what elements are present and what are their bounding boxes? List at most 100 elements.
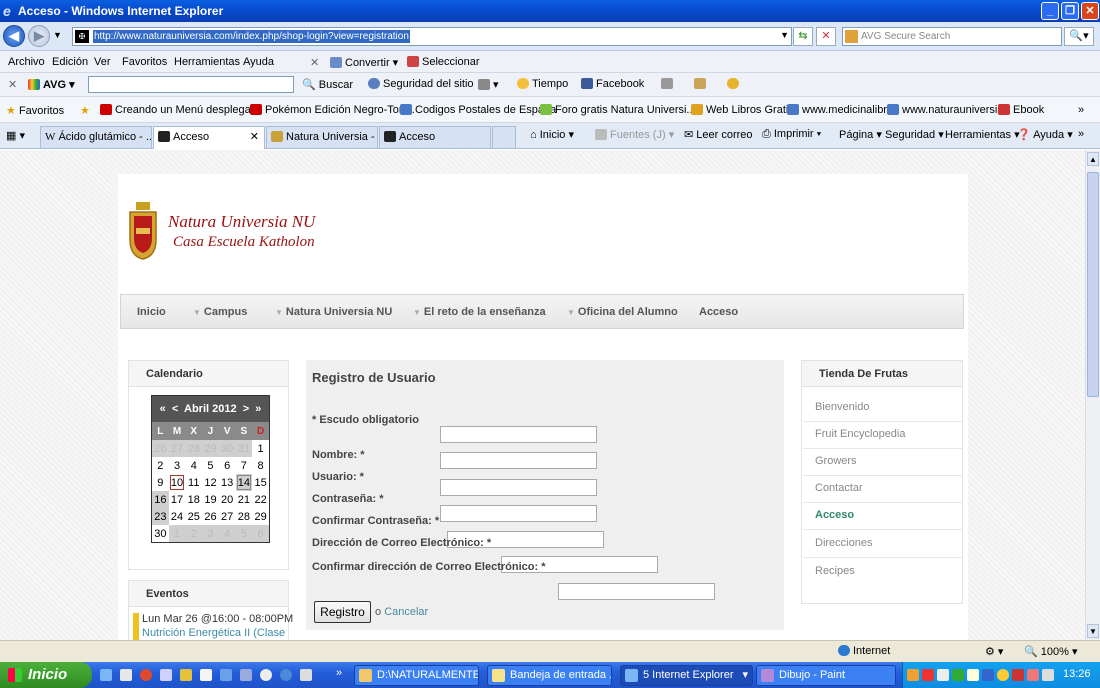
tray-icon[interactable] (1012, 669, 1024, 681)
refresh-button[interactable]: ⇆ (793, 27, 813, 46)
calendar-day[interactable]: 15 (252, 474, 269, 491)
zoom-control[interactable]: 🔍 100% ▾ (1024, 645, 1077, 658)
shop-menu-item[interactable]: Contactar (815, 482, 863, 494)
calendar-day[interactable]: 5 (235, 525, 253, 542)
avg-search-button[interactable]: 🔍 Buscar (302, 78, 353, 91)
menu-herramientas[interactable]: Herramientas (174, 56, 240, 68)
calendar-day[interactable]: 1 (252, 440, 269, 457)
maximize-button[interactable]: ❐ (1061, 2, 1079, 20)
calendar-day[interactable]: 2 (185, 525, 203, 542)
calendar-day[interactable]: 30 (218, 440, 236, 457)
notepad-icon[interactable] (694, 78, 709, 90)
page-menu-button[interactable]: Página ▾ (839, 128, 882, 141)
safety-menu-button[interactable]: Seguridad ▾ (885, 128, 944, 141)
quicklaunch-app-icon[interactable] (220, 669, 232, 681)
scroll-down-icon[interactable]: ▼ (1087, 624, 1099, 638)
calendar-day[interactable]: 13 (218, 474, 236, 491)
password-input[interactable] (440, 505, 597, 522)
favorites-button[interactable]: ★ Favoritos (6, 104, 64, 117)
quicklaunch-opera-icon[interactable] (140, 669, 152, 681)
shop-menu-item[interactable]: Recipes (815, 565, 855, 577)
tray-icon[interactable] (982, 669, 994, 681)
tray-icon[interactable] (967, 669, 979, 681)
search-input[interactable]: AVG Secure Search (842, 27, 1062, 46)
home-button[interactable]: ⌂ Inicio ▾ (530, 128, 574, 141)
taskbar-item[interactable]: Dibujo - Paint (756, 665, 896, 686)
menu-ayuda[interactable]: Ayuda (243, 56, 274, 68)
tray-icon[interactable] (937, 669, 949, 681)
new-tab-button[interactable] (492, 126, 516, 148)
shop-menu-item[interactable]: Growers (815, 455, 857, 467)
nav-oficina[interactable]: ▼ Oficina del Alumno (567, 306, 678, 318)
calendar-day[interactable]: 29 (202, 440, 219, 457)
nav-reto[interactable]: ▼ El reto de la enseñanza (413, 306, 546, 318)
calendar-day[interactable]: 28 (235, 508, 253, 525)
calendar-day[interactable]: 19 (202, 491, 219, 508)
nav-inicio[interactable]: Inicio (137, 306, 166, 318)
calendar-day[interactable]: 27 (168, 440, 186, 457)
convert-button[interactable]: Convertir ▾ (330, 56, 398, 69)
calendar-day[interactable]: 28 (185, 440, 203, 457)
close-avg-icon[interactable]: ✕ (8, 78, 17, 91)
address-bar[interactable]: ✠ http://www.naturauniversia.com/index.p… (72, 27, 792, 46)
next-month-button[interactable]: > (243, 403, 249, 415)
fav-item[interactable]: Foro gratis Natura Universi... (540, 104, 696, 116)
help-menu-button[interactable]: ❓ Ayuda ▾ (1017, 128, 1073, 141)
nav-acceso[interactable]: Acceso (699, 306, 738, 318)
stop-button[interactable]: ✕ (816, 27, 836, 46)
menu-edicion[interactable]: Edición (52, 56, 88, 68)
more-favorites-icon[interactable]: » (1078, 104, 1084, 116)
search-button[interactable]: 🔍▾ (1064, 27, 1094, 46)
calendar-day[interactable]: 16 (152, 491, 169, 508)
avg-menu-button[interactable]: AVG ▾ (28, 78, 75, 91)
quick-tabs-icon[interactable]: ▦ ▾ (6, 129, 25, 142)
calendar-day[interactable]: 31 (235, 440, 253, 457)
address-url[interactable]: http://www.naturauniversia.com/index.php… (93, 30, 410, 43)
tab-active[interactable]: Acceso ✕ (153, 126, 265, 149)
calendar-day[interactable]: 27 (218, 508, 236, 525)
more-commands-icon[interactable]: » (1078, 128, 1084, 140)
calendar-day[interactable]: 25 (185, 508, 203, 525)
fav-item[interactable]: Web Libros Gratis (691, 104, 794, 116)
facebook-button[interactable]: Facebook (581, 78, 644, 90)
messenger-icon[interactable] (727, 78, 742, 90)
calendar-day[interactable]: 21 (235, 491, 253, 508)
recent-pages-dropdown-icon[interactable]: ▼ (53, 30, 62, 40)
calendar-day[interactable]: 6 (218, 457, 236, 474)
nav-natura[interactable]: ▼ Natura Universia NU (275, 306, 392, 318)
shop-menu-item[interactable]: Bienvenido (815, 401, 869, 413)
calendar-day[interactable]: 14 (235, 474, 253, 491)
shop-menu-item[interactable]: Acceso (815, 509, 854, 521)
fav-item[interactable]: www.naturauniversia (887, 104, 1004, 116)
quicklaunch-app-icon[interactable] (300, 669, 312, 681)
calendar-day[interactable]: 2 (152, 457, 169, 474)
print-button[interactable]: ⎙ Imprimir ▾ (762, 128, 821, 141)
calendar-day[interactable]: 18 (185, 491, 203, 508)
shield-input[interactable] (440, 426, 597, 443)
quicklaunch-app-icon[interactable] (120, 669, 132, 681)
event-title-link[interactable]: Nutrición Energética II (Clase (142, 627, 285, 639)
tab[interactable]: W Ácido glutámico - ... (40, 126, 152, 148)
fav-item[interactable]: Codigos Postales de España (400, 104, 556, 116)
taskbar-item[interactable]: Bandeja de entrada ... (487, 665, 612, 686)
menu-ver[interactable]: Ver (94, 56, 111, 68)
trash-button[interactable]: ▾ (478, 78, 499, 91)
feeds-button[interactable]: Fuentes (J) ▾ (595, 128, 674, 141)
calendar-day[interactable]: 1 (168, 525, 186, 542)
fav-item[interactable]: Creando un Menú desplega... (100, 104, 260, 116)
quicklaunch-app-icon[interactable] (160, 669, 172, 681)
scroll-thumb[interactable] (1087, 172, 1099, 397)
vertical-scrollbar[interactable]: ▲ ▼ (1085, 150, 1100, 640)
quicklaunch-more-icon[interactable]: » (336, 667, 342, 679)
prev-year-button[interactable]: « (160, 403, 166, 415)
tab[interactable]: Acceso (379, 126, 491, 148)
tray-icon[interactable] (997, 669, 1009, 681)
calendar-day[interactable]: 29 (252, 508, 269, 525)
calendar-day[interactable]: 3 (202, 525, 219, 542)
calendar-day[interactable]: 5 (202, 457, 219, 474)
fav-item[interactable]: Ebook (998, 104, 1044, 116)
calendar-day[interactable]: 7 (235, 457, 253, 474)
tray-icon[interactable] (922, 669, 934, 681)
calendar-day[interactable]: 9 (152, 474, 169, 491)
tray-icon[interactable] (952, 669, 964, 681)
